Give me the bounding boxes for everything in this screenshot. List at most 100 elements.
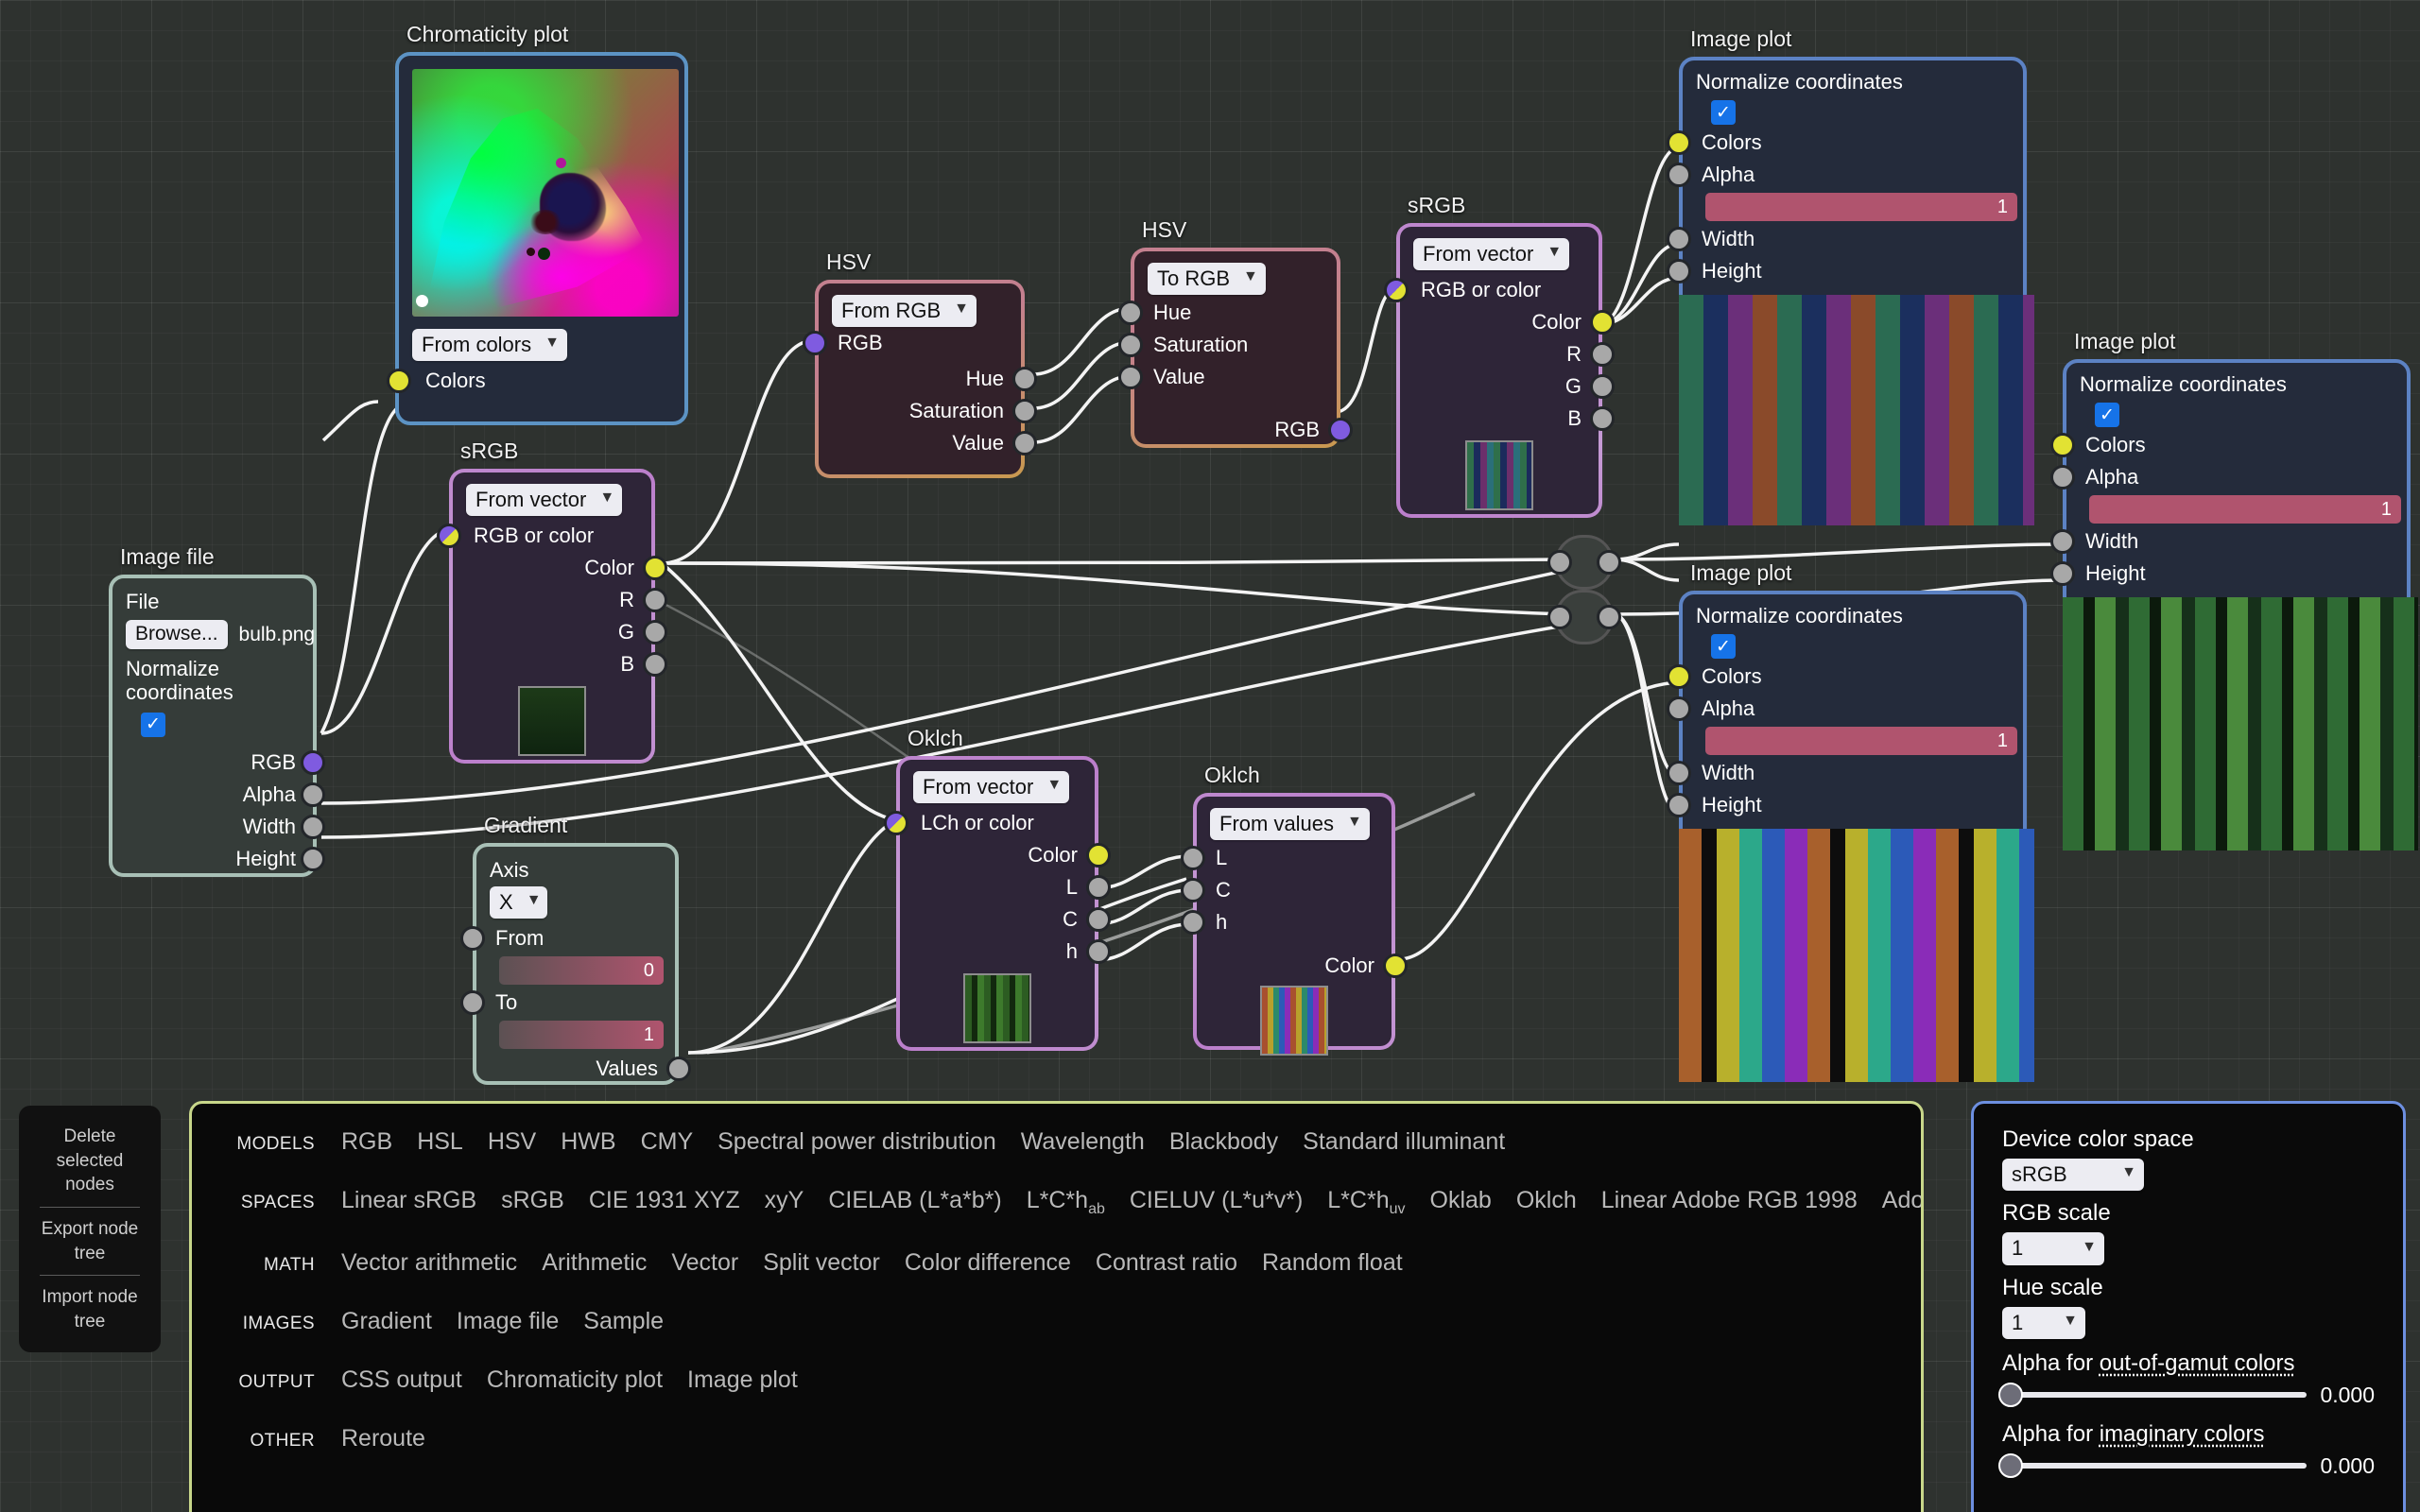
port-l-in[interactable] (1181, 846, 1205, 871)
alpha-out-of-gamut-slider[interactable] (1998, 1383, 2308, 1408)
menu-item-hsv[interactable]: HSV (488, 1128, 536, 1156)
port-r-out[interactable] (643, 588, 667, 613)
port-hue-in[interactable] (1118, 301, 1143, 326)
port-color-out[interactable] (1383, 954, 1408, 979)
node-gradient[interactable]: Gradient Axis X ▼ From 0 To 1 Values (460, 813, 691, 1085)
tools-panel[interactable]: Delete selected nodes Export node tree I… (19, 1106, 161, 1353)
port-r-out[interactable] (1590, 342, 1615, 368)
node-hsv-from-rgb[interactable]: HSV From RGB ▼ RGB Hue Saturation Value (803, 249, 1037, 478)
node-srgb-from-vector-top[interactable]: sRGB From vector ▼ RGB or color Color R … (1384, 193, 1615, 518)
menu-item-random-float[interactable]: Random float (1262, 1249, 1403, 1277)
settings-panel[interactable]: Device color space sRGB ▼ RGB scale 1 ▼ … (1971, 1101, 2406, 1512)
from-slider[interactable]: 0 (499, 956, 664, 986)
port-height-in[interactable] (1667, 793, 1691, 817)
menu-item-hsl[interactable]: HSL (417, 1128, 463, 1156)
port-g-out[interactable] (1590, 374, 1615, 400)
menu-item-vector-arithmetic[interactable]: Vector arithmetic (341, 1249, 517, 1277)
port-h-out[interactable] (1086, 939, 1111, 965)
menu-item-oklab[interactable]: Oklab (1430, 1187, 1492, 1218)
port-rgb-out[interactable] (1328, 418, 1353, 443)
port-alpha-in[interactable] (1667, 696, 1691, 721)
port-value-out[interactable] (1012, 431, 1037, 456)
node-reroute-2[interactable] (1547, 590, 1621, 644)
node-image-plot-2[interactable]: Image plot Normalize coordinates ✓ Color… (1667, 560, 2027, 844)
hsv-from-rgb-mode-select[interactable]: From RGB ▼ (832, 295, 977, 328)
menu-item-reroute[interactable]: Reroute (341, 1425, 425, 1452)
node-image-file[interactable]: Image file File Browse... bulb.png Norma… (109, 544, 325, 877)
port-h-in[interactable] (1181, 910, 1205, 936)
srgb-left-mode-select[interactable]: From vector ▼ (466, 484, 623, 517)
menu-item-image-file[interactable]: Image file (457, 1308, 559, 1335)
menu-item-contrast-ratio[interactable]: Contrast ratio (1096, 1249, 1237, 1277)
node-hsv-to-rgb[interactable]: HSV To RGB ▼ Hue Saturation Value RGB (1118, 217, 1353, 448)
menu-item-spectral-power-distribution[interactable]: Spectral power distribution (717, 1128, 996, 1156)
menu-item-color-difference[interactable]: Color difference (905, 1249, 1071, 1277)
browse-button[interactable]: Browse... (126, 620, 228, 649)
alpha-slider[interactable]: 1 (1705, 193, 2017, 221)
node-image-plot-3[interactable]: Image plot Normalize coordinates ✓ Color… (2050, 329, 2411, 612)
port-b-out[interactable] (1590, 406, 1615, 432)
alpha-slider[interactable]: 1 (1705, 727, 2017, 755)
menu-item-cieluv[interactable]: CIELUV (L*u*v*) (1130, 1187, 1303, 1218)
port-values-out[interactable] (666, 1057, 691, 1082)
port-colors-in[interactable] (1667, 130, 1691, 155)
menu-item-blackbody[interactable]: Blackbody (1169, 1128, 1278, 1156)
menu-item-xyy[interactable]: xyY (765, 1187, 804, 1218)
rgb-scale-select[interactable]: 1 ▼ (2002, 1232, 2104, 1265)
port-from-in[interactable] (460, 926, 485, 952)
normalize-coordinates-checkbox[interactable]: ✓ (1711, 100, 1736, 125)
menu-item-cie-1931-xyz[interactable]: CIE 1931 XYZ (589, 1187, 740, 1218)
port-width-in[interactable] (1667, 227, 1691, 251)
port-saturation-in[interactable] (1118, 333, 1143, 358)
menu-item-sample[interactable]: Sample (583, 1308, 664, 1335)
port-reroute-out[interactable] (1597, 605, 1621, 629)
delete-selected-nodes-button[interactable]: Delete selected nodes (28, 1119, 151, 1203)
menu-item-arithmetic[interactable]: Arithmetic (542, 1249, 647, 1277)
port-alpha-in[interactable] (2050, 465, 2075, 490)
port-colors-in[interactable] (2050, 433, 2075, 457)
port-rgb-or-color-in[interactable] (1384, 278, 1409, 303)
port-rgb-or-color-in[interactable] (437, 524, 461, 549)
port-rgb-in[interactable] (803, 331, 827, 356)
import-node-tree-button[interactable]: Import node tree (28, 1280, 151, 1339)
node-image-plot-1[interactable]: Image plot Normalize coordinates ✓ Color… (1667, 26, 2027, 310)
oklch-from-vector-mode-select[interactable]: From vector ▼ (913, 771, 1070, 804)
node-chromaticity-plot[interactable]: Chromaticity plot From colors ▼ Colors (387, 22, 688, 425)
menu-item-image-plot[interactable]: Image plot (687, 1366, 798, 1394)
port-alpha-in[interactable] (1667, 163, 1691, 187)
slider-knob[interactable] (1998, 1383, 2023, 1408)
menu-item-cielab[interactable]: CIELAB (L*a*b*) (828, 1187, 1001, 1218)
port-g-out[interactable] (643, 620, 667, 645)
node-reroute-1[interactable] (1547, 535, 1621, 590)
normalize-coordinates-checkbox[interactable]: ✓ (1711, 634, 1736, 659)
port-c-in[interactable] (1181, 878, 1205, 903)
port-c-out[interactable] (1086, 907, 1111, 933)
port-saturation-out[interactable] (1012, 399, 1037, 424)
port-to-in[interactable] (460, 990, 485, 1016)
port-colors-in[interactable] (1667, 664, 1691, 689)
node-oklch-from-vector[interactable]: Oklch From vector ▼ LCh or color Color L… (884, 726, 1111, 1051)
port-height-out[interactable] (301, 846, 325, 871)
port-width-out[interactable] (301, 814, 325, 839)
port-color-out[interactable] (1590, 310, 1615, 335)
menu-item-srgb[interactable]: sRGB (501, 1187, 564, 1218)
to-slider[interactable]: 1 (499, 1021, 664, 1050)
export-node-tree-button[interactable]: Export node tree (28, 1211, 151, 1271)
srgb-top-mode-select[interactable]: From vector ▼ (1413, 238, 1570, 271)
chromaticity-mode-select[interactable]: From colors ▼ (412, 328, 567, 362)
menu-item-adobe-rgb[interactable]: Adobe R( (1882, 1187, 1921, 1218)
port-color-out[interactable] (1086, 843, 1111, 868)
port-colors-in[interactable] (387, 369, 411, 393)
menu-item-rgb[interactable]: RGB (341, 1128, 392, 1156)
alpha-slider[interactable]: 1 (2089, 495, 2401, 524)
port-height-in[interactable] (2050, 561, 2075, 586)
device-color-space-select[interactable]: sRGB ▼ (2002, 1159, 2144, 1192)
port-rgb-out[interactable] (301, 749, 325, 775)
menu-item-standard-illuminant[interactable]: Standard illuminant (1303, 1128, 1505, 1156)
port-l-out[interactable] (1086, 875, 1111, 901)
menu-item-wavelength[interactable]: Wavelength (1021, 1128, 1145, 1156)
port-color-out[interactable] (643, 556, 667, 581)
node-oklch-from-values[interactable]: Oklch From values ▼ L C h Color (1181, 763, 1408, 1057)
port-b-out[interactable] (643, 652, 667, 678)
port-reroute-out[interactable] (1597, 550, 1621, 575)
